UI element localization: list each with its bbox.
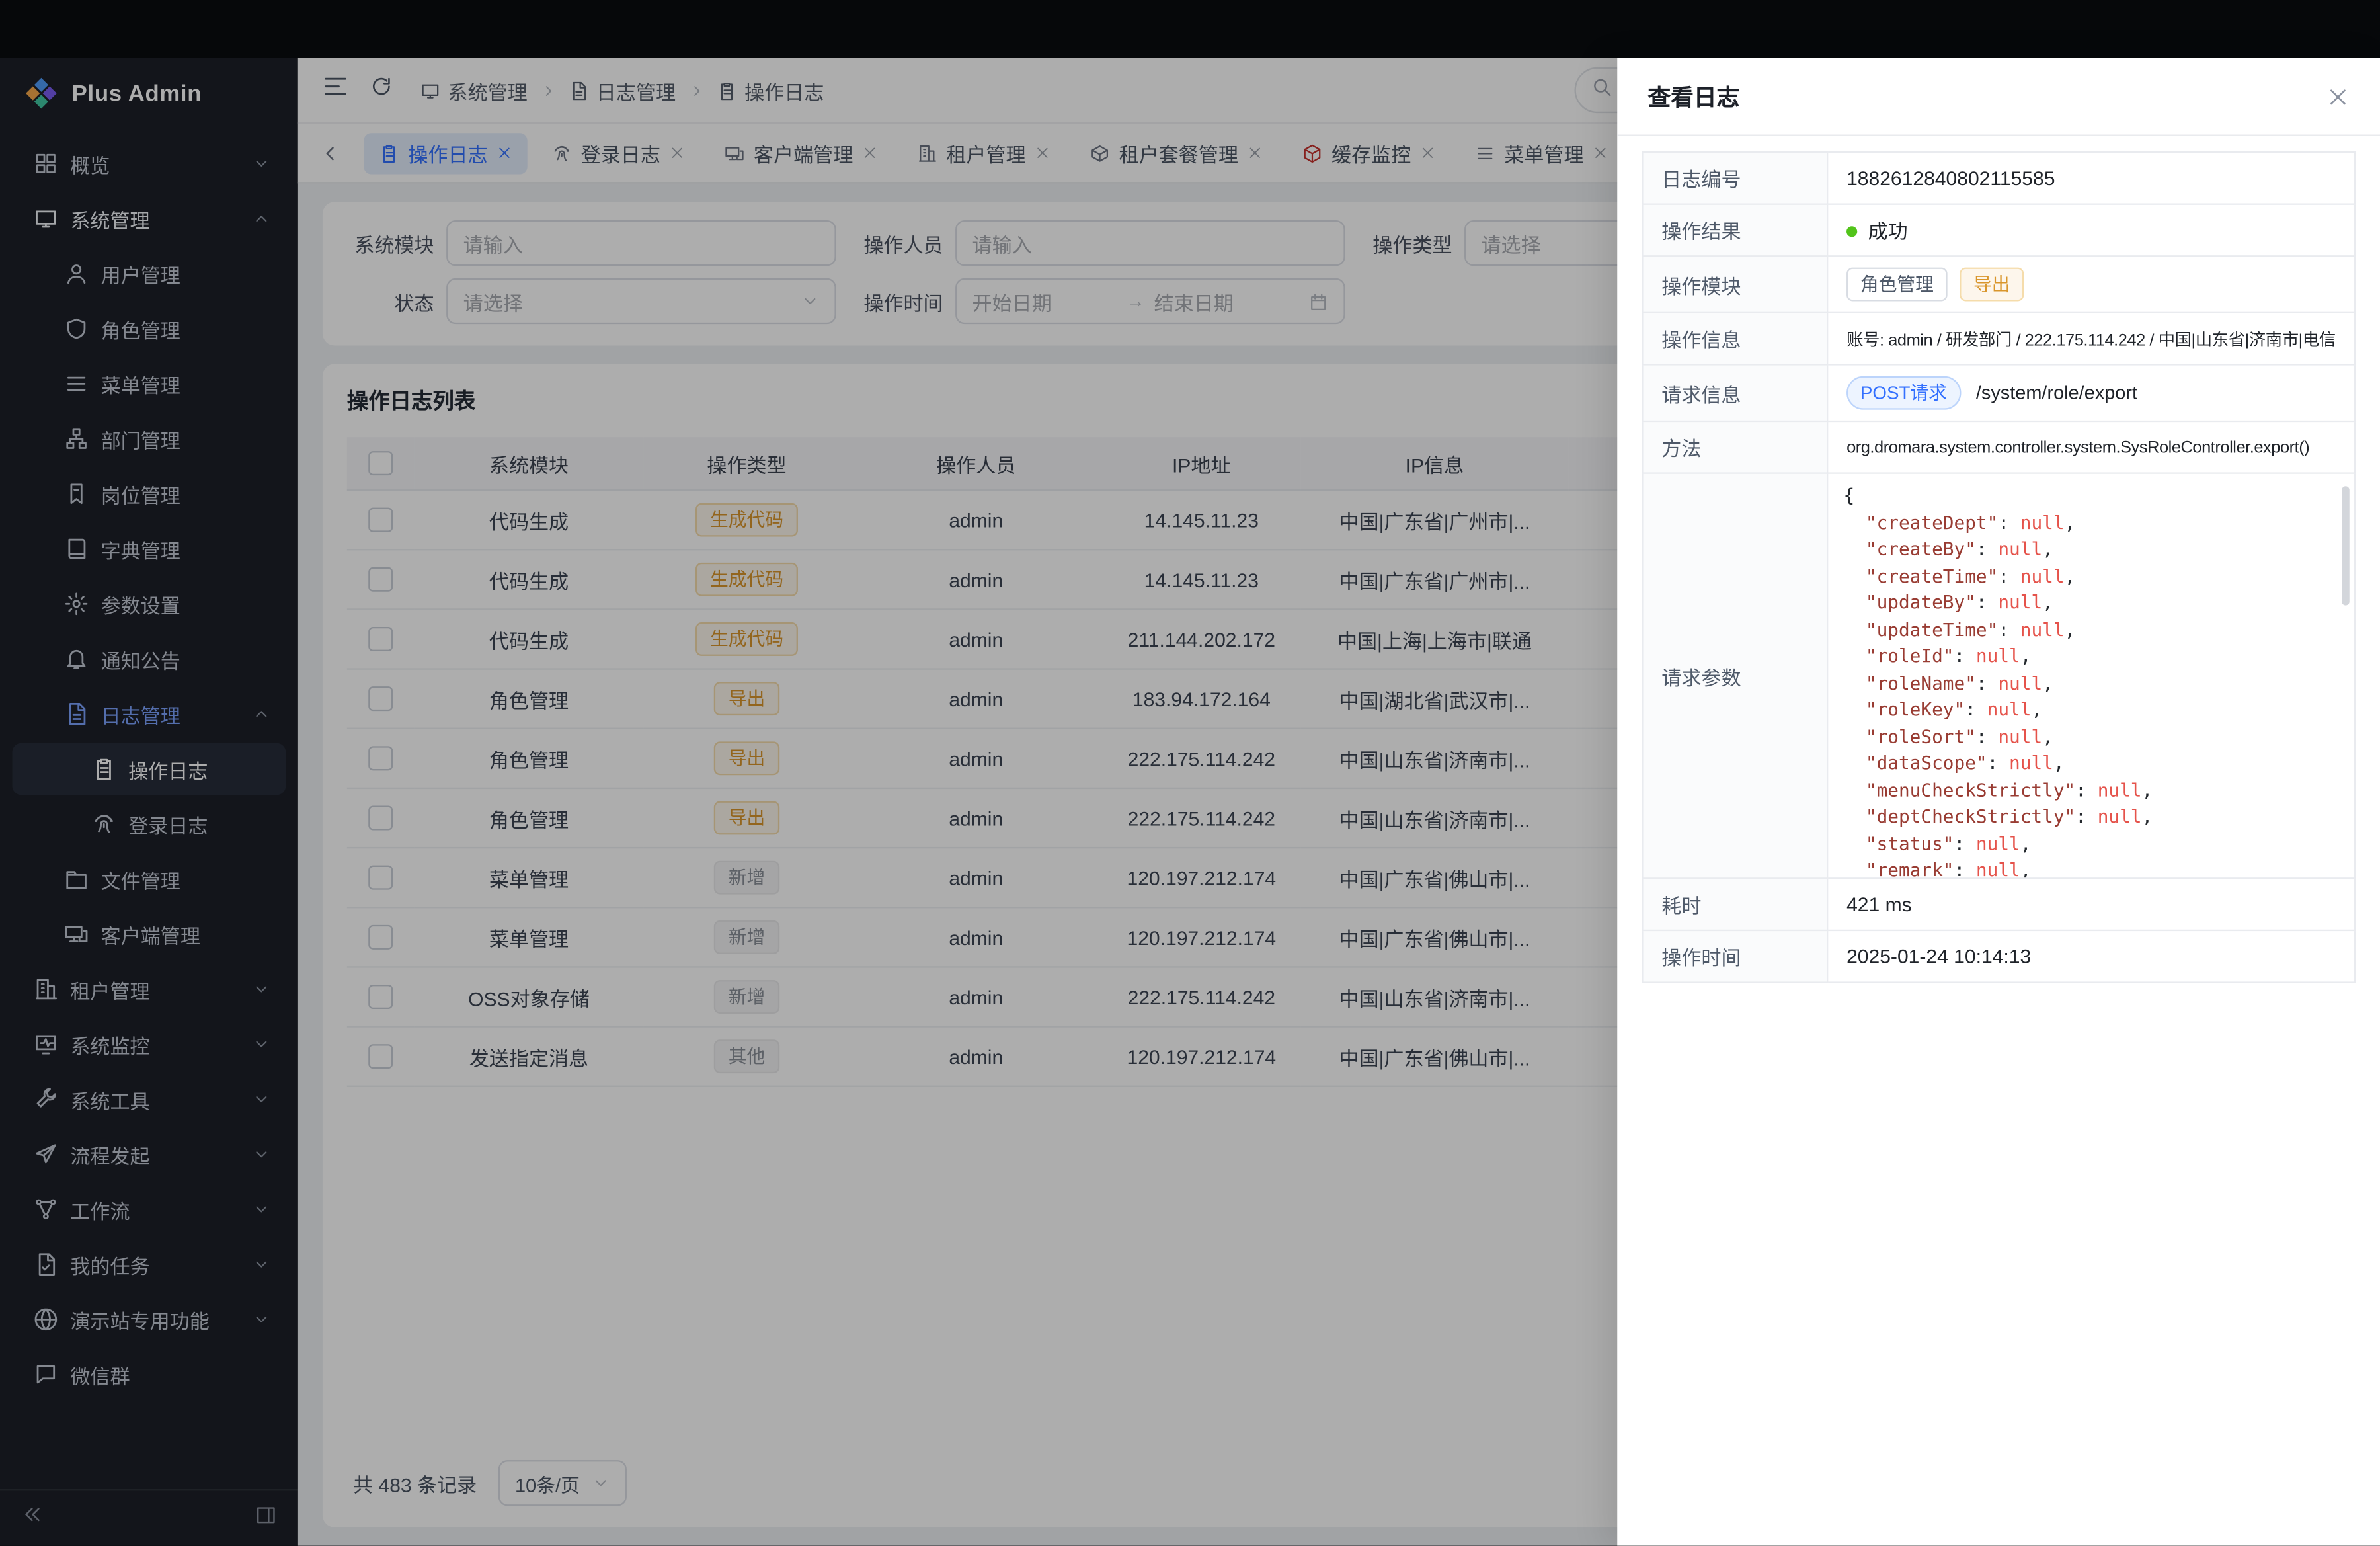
json-key: "updateTime" <box>1866 618 1998 639</box>
json-null: null <box>1998 592 2042 613</box>
json-key: "roleId" <box>1866 645 1954 667</box>
log-detail-table: 日志编号1882612840802115585操作结果成功操作模块角色管理导出操… <box>1642 151 2356 983</box>
json-key: "createDept" <box>1866 511 1998 532</box>
close-icon <box>2326 85 2350 108</box>
module-tag: 角色管理 <box>1846 268 1948 302</box>
drawer-row-7: 耗时421 ms <box>1642 878 2354 930</box>
drawer-field-value: org.dromara.system.controller.system.Sys… <box>1827 421 2355 473</box>
drawer-field-value: 角色管理导出 <box>1827 256 2355 313</box>
request-method-tag: POST请求 <box>1846 376 1961 410</box>
drawer-field-label: 请求信息 <box>1642 364 1827 421</box>
drawer-field-value: { "createDept": null, "createBy": null, … <box>1827 473 2355 879</box>
json-null: null <box>2020 618 2065 639</box>
drawer-field-value: 2025-01-24 10:14:13 <box>1827 930 2355 983</box>
drawer-field-label: 耗时 <box>1642 878 1827 930</box>
drawer-field-value: 账号: admin / 研发部门 / 222.175.114.242 / 中国|… <box>1827 313 2355 365</box>
json-null: null <box>1976 859 2020 877</box>
json-null: null <box>1998 538 2042 559</box>
viewport: Plus Admin 概览系统管理用户管理角色管理菜单管理部门管理岗位管理字典管… <box>0 0 2380 1546</box>
scrollbar-thumb[interactable] <box>2342 486 2350 605</box>
json-null: null <box>1998 672 2042 693</box>
json-pre: { "createDept": null, "createBy": null, … <box>1843 483 2338 878</box>
json-key: "remark" <box>1866 859 1954 877</box>
json-null: null <box>1998 725 2042 747</box>
stage: Plus Admin 概览系统管理用户管理角色管理菜单管理部门管理岗位管理字典管… <box>0 0 2380 1546</box>
drawer-row-6: 请求参数{ "createDept": null, "createBy": nu… <box>1642 473 2354 879</box>
json-key: "createTime" <box>1866 565 1998 586</box>
status-text: 成功 <box>1868 220 1907 243</box>
json-key: "menuCheckStrictly" <box>1866 779 2075 800</box>
json-key: "dataScope" <box>1866 753 1987 774</box>
json-key: "roleKey" <box>1866 699 1965 720</box>
drawer-row-0: 日志编号1882612840802115585 <box>1642 152 2354 204</box>
drawer-field-value: POST请求/system/role/export <box>1827 364 2355 421</box>
drawer-field-label: 方法 <box>1642 421 1827 473</box>
drawer-field-label: 操作时间 <box>1642 930 1827 983</box>
drawer-field-label: 操作信息 <box>1642 313 1827 365</box>
json-null: null <box>1987 699 2032 720</box>
drawer-field-value: 421 ms <box>1827 878 2355 930</box>
json-key: "updateBy" <box>1866 592 1976 613</box>
json-null: null <box>2098 779 2142 800</box>
close-icon[interactable] <box>2326 85 2350 108</box>
drawer-field-label: 日志编号 <box>1642 152 1827 204</box>
drawer-body: 日志编号1882612840802115585操作结果成功操作模块角色管理导出操… <box>1617 136 2380 998</box>
drawer-field-value: 成功 <box>1827 204 2355 257</box>
json-key: "roleName" <box>1866 672 1976 693</box>
drawer-row-8: 操作时间2025-01-24 10:14:13 <box>1642 930 2354 983</box>
json-key: "createBy" <box>1866 538 1976 559</box>
drawer-row-1: 操作结果 成功 <box>1642 204 2354 257</box>
json-key: "roleSort" <box>1866 725 1976 747</box>
drawer-row-2: 操作模块角色管理导出 <box>1642 256 2354 313</box>
status-dot <box>1846 226 1857 237</box>
json-key: "status" <box>1866 833 1954 854</box>
json-null: null <box>1976 645 2020 667</box>
drawer-row-4: 请求信息POST请求/system/role/export <box>1642 364 2354 421</box>
drawer-row-5: 方法org.dromara.system.controller.system.S… <box>1642 421 2354 473</box>
drawer-field-label: 操作结果 <box>1642 204 1827 257</box>
drawer-header: 查看日志 <box>1617 58 2380 136</box>
json-null: null <box>2098 805 2142 827</box>
drawer-field-label: 操作模块 <box>1642 256 1827 313</box>
json-null: null <box>2009 753 2053 774</box>
json-key: "deptCheckStrictly" <box>1866 805 2075 827</box>
json-null: null <box>1976 833 2020 854</box>
json-null: null <box>2020 511 2065 532</box>
drawer-row-3: 操作信息账号: admin / 研发部门 / 222.175.114.242 /… <box>1642 313 2354 365</box>
drawer-field-value: 1882612840802115585 <box>1827 152 2355 204</box>
drawer-field-label: 请求参数 <box>1642 473 1827 879</box>
json-null: null <box>2020 565 2065 586</box>
module-tag: 导出 <box>1960 268 2024 302</box>
request-params-code: { "createDept": null, "createBy": null, … <box>1828 474 2354 877</box>
view-log-drawer: 查看日志 日志编号1882612840802115585操作结果 成功操作模块角色… <box>1617 58 2380 1546</box>
drawer-title: 查看日志 <box>1647 80 1739 112</box>
request-path: /system/role/export <box>1976 382 2137 403</box>
